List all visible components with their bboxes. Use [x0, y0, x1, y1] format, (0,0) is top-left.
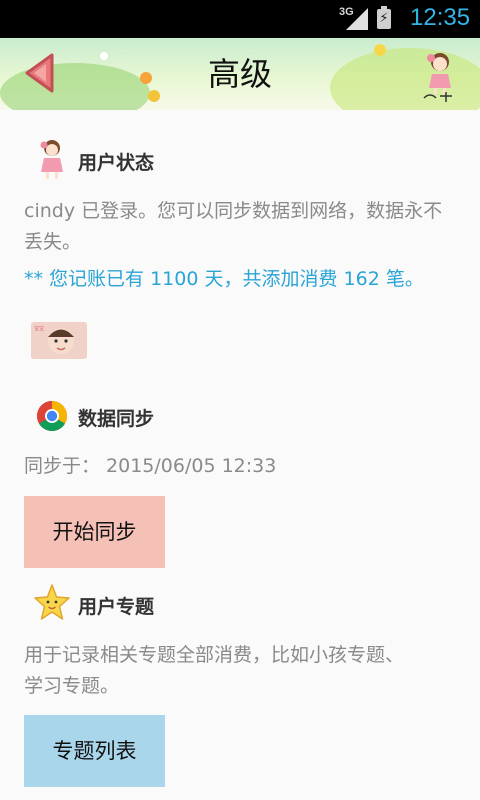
status-time: 12:35 [410, 4, 471, 31]
last-sync-text: 同步于： 2015/06/05 12:33 [24, 455, 277, 477]
app-header: 高级 [0, 38, 480, 110]
section-title: 用户状态 [78, 152, 155, 174]
topic-list-button[interactable]: 专题列表 [24, 715, 165, 787]
chrome-sync-icon [36, 401, 68, 432]
section-title: 用户专题 [78, 596, 155, 618]
user-topics-header: 用户专题 [24, 582, 224, 626]
girl-logo-icon [423, 53, 452, 102]
status-bar: 3G ⚡ 12:35 [0, 0, 480, 38]
page-title: 高级 [207, 55, 272, 93]
user-status-header: 用户状态 [24, 138, 224, 182]
login-status-text: cindy 已登录。您可以同步数据到网络，数据永不丢失。 [24, 200, 443, 253]
girl-icon [40, 140, 63, 179]
data-sync-header: 数据同步 [24, 394, 224, 438]
start-sync-button[interactable]: 开始同步 [24, 496, 165, 568]
user-avatar[interactable]: 宝宝 [31, 322, 87, 359]
star-icon [34, 584, 70, 620]
topics-description-text: 用于记录相关专题全部消费，比如小孩专题、学习专题。 [24, 644, 405, 697]
baby-photo-icon: 宝宝 [31, 322, 87, 359]
battery-icon: ⚡ [377, 6, 391, 29]
svg-text:宝宝: 宝宝 [34, 325, 44, 332]
section-title: 数据同步 [78, 408, 155, 430]
signal-icon [346, 8, 368, 30]
bookkeeping-stats-text: ** 您记账已有 1100 天，共添加消费 162 笔。 [24, 268, 424, 290]
